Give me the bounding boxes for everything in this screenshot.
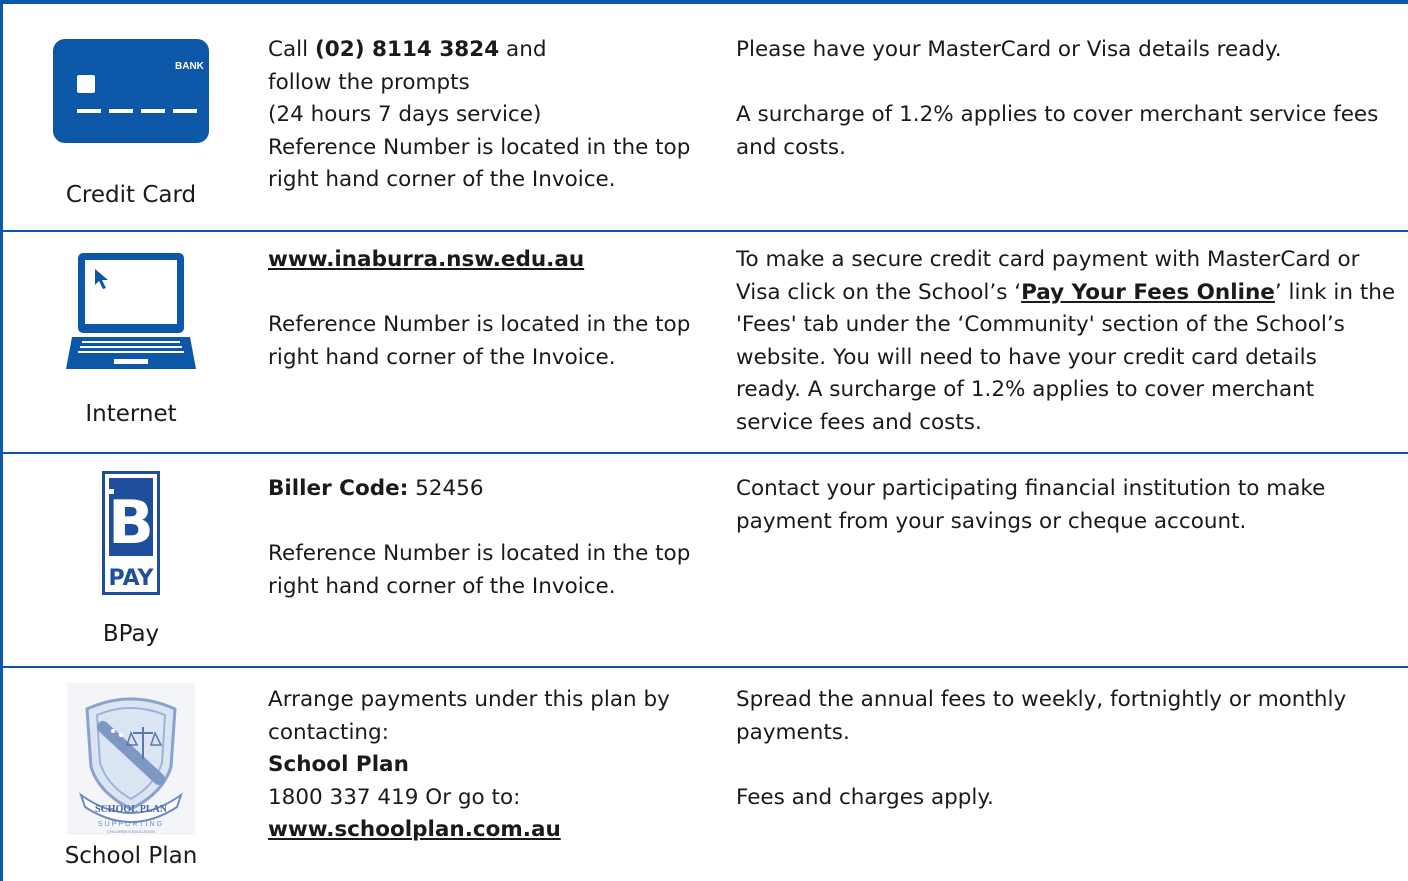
- school-website-link[interactable]: www.inaburra.nsw.edu.au: [268, 247, 584, 272]
- svg-text:CHILDREN'S EDUCATION: CHILDREN'S EDUCATION: [107, 829, 155, 834]
- method-label: School Plan: [64, 843, 198, 869]
- pay-fees-online-link[interactable]: Pay Your Fees Online: [1021, 280, 1275, 305]
- notes-cell: Contact your participating financial ins…: [736, 473, 1408, 538]
- notes-line: payments.: [736, 719, 850, 745]
- details-line: right hand corner of the Invoice.: [268, 573, 616, 599]
- notes-line: A surcharge of 1.2% applies to cover mer…: [736, 102, 1379, 127]
- notes-cell: Spread the annual fees to weekly, fortni…: [736, 684, 1408, 814]
- details-line: www.schoolplan.com.au: [268, 814, 723, 847]
- details-line: right hand corner of the Invoice.: [268, 344, 616, 370]
- biller-code-label: Biller Code:: [268, 476, 409, 501]
- text: and: [499, 37, 547, 62]
- details-line: Reference Number is located in the top: [268, 541, 691, 566]
- details-line: Arrange payments under this plan by: [268, 687, 670, 712]
- details-cell: Biller Code: 52456 Reference Number is l…: [268, 473, 723, 603]
- svg-text:SCHOOL PLAN: SCHOOL PLAN: [95, 804, 168, 815]
- details-line: www.inaburra.nsw.edu.au: [268, 244, 723, 277]
- biller-code-value: 52456: [408, 476, 484, 501]
- payment-row-internet: Internet www.inaburra.nsw.edu.au Referen…: [3, 231, 1408, 453]
- credit-card-icon: BANK: [53, 39, 209, 143]
- notes-line: Spread the annual fees to weekly, fortni…: [736, 687, 1347, 712]
- notes-line: Contact your participating financial ins…: [736, 476, 1326, 501]
- text: Call: [268, 37, 315, 62]
- notes-cell: Please have your MasterCard or Visa deta…: [736, 34, 1408, 164]
- notes-line: website. You will need to have your cred…: [736, 344, 1317, 370]
- notes-line: To make a secure credit card payment wit…: [736, 247, 1360, 272]
- details-line: Biller Code: 52456: [268, 473, 723, 506]
- svg-text:B: B: [108, 488, 154, 558]
- method-cell: Internet: [3, 231, 259, 453]
- method-cell: B PAY BPay: [3, 453, 259, 667]
- bpay-logo-icon: B PAY: [102, 471, 160, 595]
- svg-text:SUPPORTING: SUPPORTING: [98, 821, 164, 828]
- school-plan-crest-icon: SCHOOL PLAN SUPPORTING CHILDREN'S EDUCAT…: [67, 683, 195, 835]
- details-line: (24 hours 7 days service): [268, 102, 542, 127]
- details-line: contacting:: [268, 719, 389, 745]
- notes-line: Fees and charges apply.: [736, 784, 994, 810]
- details-line: Reference Number is located in the top: [268, 134, 691, 160]
- notes-cell: To make a secure credit card payment wit…: [736, 244, 1408, 439]
- phone-number: (02) 8114 3824: [314, 37, 500, 62]
- text: Visa click on the School’s ‘: [736, 279, 1022, 305]
- notes-line: Visa click on the School’s ‘Pay Your Fee…: [736, 277, 1408, 310]
- notes-line: service fees and costs.: [736, 409, 982, 435]
- details-cell: Call (02) 8114 3824 and follow the promp…: [268, 34, 723, 197]
- schoolplan-website-link[interactable]: www.schoolplan.com.au: [268, 817, 561, 842]
- text: ’ link in the: [1274, 279, 1396, 305]
- details-line: right hand corner of the Invoice.: [268, 167, 616, 192]
- method-label: BPay: [102, 621, 160, 647]
- school-plan-name: School Plan: [268, 752, 409, 777]
- notes-line: payment from your savings or cheque acco…: [736, 508, 1247, 534]
- payment-row-bpay: B PAY BPay Biller Code: 52456 Reference …: [3, 453, 1408, 667]
- notes-line: and costs.: [736, 134, 846, 160]
- details-cell: www.inaburra.nsw.edu.au Reference Number…: [268, 244, 723, 374]
- details-cell: Arrange payments under this plan by cont…: [268, 684, 723, 847]
- method-cell: SCHOOL PLAN SUPPORTING CHILDREN'S EDUCAT…: [3, 667, 259, 881]
- notes-line: 'Fees' tab under the ‘Community' section…: [736, 312, 1345, 337]
- notes-line: Please have your MasterCard or Visa deta…: [736, 37, 1282, 62]
- laptop-icon: [66, 253, 196, 369]
- method-label: Internet: [85, 401, 177, 427]
- details-line: Call (02) 8114 3824 and: [268, 34, 723, 67]
- svg-text:PAY: PAY: [109, 566, 155, 591]
- details-line: 1800 337 419 Or go to:: [268, 784, 521, 810]
- payment-row-school-plan: SCHOOL PLAN SUPPORTING CHILDREN'S EDUCAT…: [3, 667, 1408, 881]
- method-label: Credit Card: [65, 182, 197, 208]
- details-line: Reference Number is located in the top: [268, 312, 691, 337]
- notes-line: ready. A surcharge of 1.2% applies to co…: [736, 377, 1315, 402]
- method-cell: BANK Credit Card: [3, 4, 259, 231]
- details-line: School Plan: [268, 749, 723, 782]
- svg-text:BANK: BANK: [175, 61, 205, 72]
- details-line: follow the prompts: [268, 69, 470, 95]
- payment-row-credit-card: BANK Credit Card Call (02) 8114 3824 and…: [3, 4, 1408, 231]
